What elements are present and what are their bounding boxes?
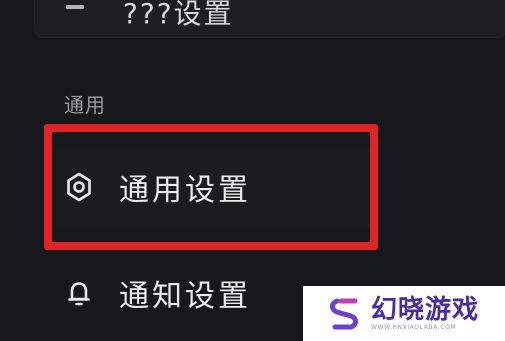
highlight-annotation-box <box>44 124 378 250</box>
watermark-logo-icon <box>329 297 363 331</box>
watermark-title: 幻晓游戏 <box>371 294 480 325</box>
top-settings-card[interactable]: ???设置 <box>34 0 505 38</box>
watermark-banner: 幻晓游戏 WWW.HNXIAOLABA.COM <box>303 286 505 341</box>
section-heading: 通用 <box>64 93 106 117</box>
bell-icon <box>62 276 96 310</box>
list-icon <box>65 0 85 13</box>
watermark-subtitle: WWW.HNXIAOLABA.COM <box>371 323 457 331</box>
top-card-label: ???设置 <box>123 0 234 30</box>
sidebar-item-label: 通知设置 <box>119 279 251 314</box>
